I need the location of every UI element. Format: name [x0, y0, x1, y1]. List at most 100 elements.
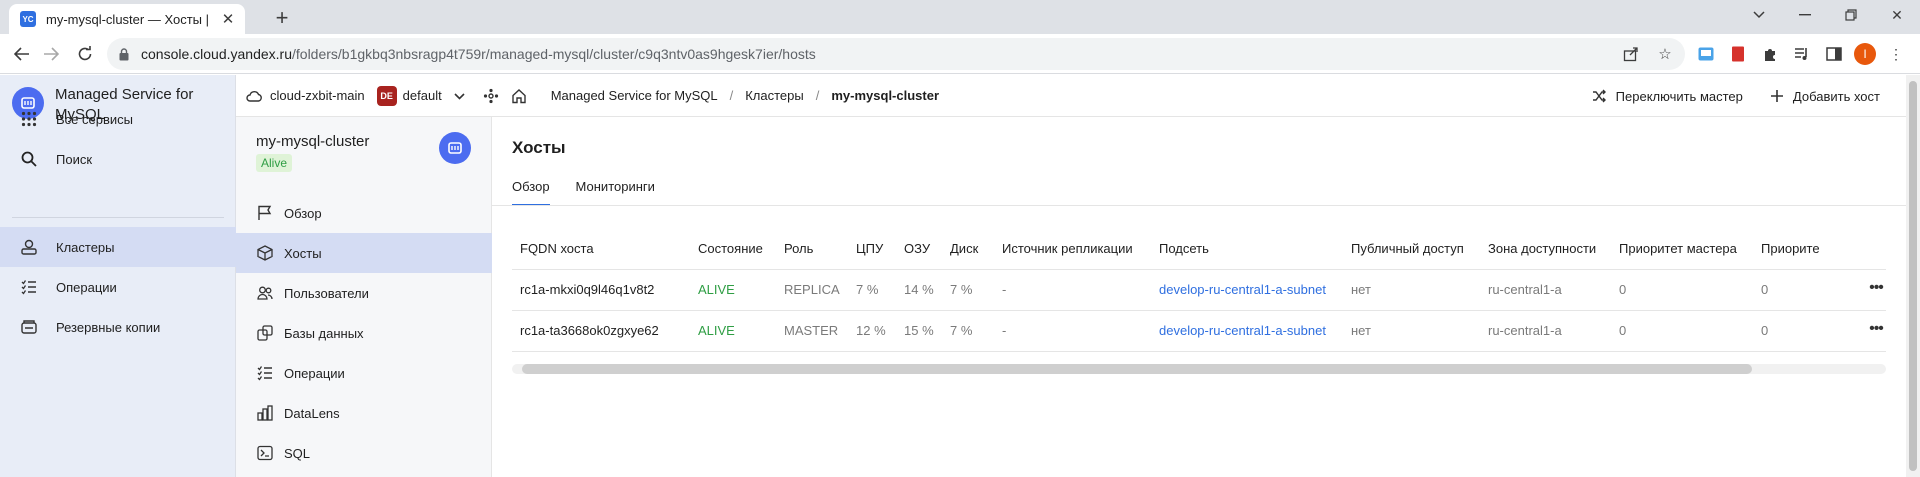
column-header-ram[interactable]: ОЗУ: [896, 229, 942, 270]
back-arrow-icon[interactable]: [8, 40, 36, 68]
breadcrumb: Managed Service for MySQL / Кластеры / m…: [483, 88, 939, 104]
subnet-link[interactable]: develop-ru-central1-a-subnet: [1159, 323, 1326, 338]
service-sidebar: Managed Service for MySQL Все сервисы По…: [0, 75, 236, 477]
column-header-role[interactable]: Роль: [776, 229, 848, 270]
flag-icon: [256, 204, 274, 222]
row-actions-menu-icon[interactable]: •••: [1866, 278, 1886, 298]
side-panel-icon[interactable]: [1822, 42, 1846, 66]
cluster-nav-label: Операции: [284, 365, 345, 381]
media-queue-icon[interactable]: [1790, 42, 1814, 66]
column-header-cpu[interactable]: ЦПУ: [848, 229, 896, 270]
share-icon[interactable]: [1621, 44, 1641, 64]
browser-tab[interactable]: YC my-mysql-cluster — Хосты | Кл ✕: [9, 4, 245, 34]
hosts-table-container: FQDN хоста Состояние Роль ЦПУ ОЗУ Диск И…: [512, 229, 1886, 409]
column-header-disk[interactable]: Диск: [942, 229, 994, 270]
horizontal-scrollbar[interactable]: [512, 360, 1886, 374]
host-ram: 14 %: [896, 269, 942, 311]
add-host-button[interactable]: Добавить хост: [1769, 88, 1880, 104]
cluster-nav-label: Базы данных: [284, 325, 364, 341]
breadcrumb-clusters[interactable]: Кластеры: [745, 88, 804, 103]
folder-badge: DE: [376, 85, 397, 106]
cluster-nav-overview[interactable]: Обзор: [236, 193, 492, 233]
extension-picture-icon[interactable]: [1694, 42, 1718, 66]
clusters-icon: [20, 238, 38, 256]
table-row[interactable]: rc1a-ta3668ok0zgxye62 ALIVE MASTER 12 % …: [512, 310, 1886, 352]
lock-icon[interactable]: [119, 47, 131, 61]
close-window-icon[interactable]: ✕: [1874, 0, 1920, 30]
host-state: ALIVE: [690, 310, 776, 352]
column-header-priority[interactable]: Приорите: [1753, 229, 1886, 270]
column-header-public-access[interactable]: Публичный доступ: [1343, 229, 1480, 270]
browser-toolbar: console.cloud.yandex.ru/folders/b1gkbq3n…: [0, 34, 1920, 74]
cluster-name: my-mysql-cluster: [256, 133, 370, 150]
cluster-nav-users[interactable]: Пользователи: [236, 273, 492, 313]
browser-tab-strip: YC my-mysql-cluster — Хосты | Кл ✕ + ✕: [0, 0, 1920, 34]
chevron-down-icon[interactable]: [1736, 0, 1782, 30]
column-header-state[interactable]: Состояние: [690, 229, 776, 270]
column-header-fqdn[interactable]: FQDN хоста: [512, 229, 690, 270]
host-master-priority: 0: [1611, 269, 1753, 311]
column-header-zone[interactable]: Зона доступности: [1480, 229, 1611, 270]
sidebar-item-backups[interactable]: Резервные копии: [0, 307, 236, 347]
sidebar-divider: [12, 217, 224, 218]
tab-monitoring[interactable]: Мониторинги: [576, 179, 655, 205]
subnet-link[interactable]: develop-ru-central1-a-subnet: [1159, 282, 1326, 297]
sidebar-item-label: Резервные копии: [56, 319, 161, 335]
cluster-nav-datalens[interactable]: DataLens: [236, 393, 492, 433]
close-icon[interactable]: ✕: [219, 10, 237, 28]
cluster-nav-sql[interactable]: SQL: [236, 433, 492, 473]
shuffle-icon: [1592, 88, 1608, 104]
mysql-cluster-logo-icon: [439, 132, 471, 164]
sidebar-item-label: Поиск: [56, 151, 93, 167]
switch-master-button[interactable]: Переключить мастер: [1592, 88, 1743, 104]
column-header-subnet[interactable]: Подсеть: [1151, 229, 1343, 270]
column-header-master-priority[interactable]: Приоритет мастера: [1611, 229, 1753, 270]
column-header-replication-source[interactable]: Источник репликации: [994, 229, 1151, 270]
scrollbar-thumb[interactable]: [1909, 81, 1917, 471]
row-actions-menu-icon[interactable]: •••: [1866, 319, 1886, 339]
new-tab-plus-icon[interactable]: +: [270, 5, 294, 30]
cluster-nav-label: Хосты: [284, 245, 322, 261]
extensions-puzzle-icon[interactable]: [1758, 42, 1782, 66]
minimize-icon[interactable]: [1782, 0, 1828, 30]
cluster-header: my-mysql-cluster Alive: [256, 133, 369, 172]
address-bar[interactable]: console.cloud.yandex.ru/folders/b1gkbq3n…: [107, 38, 1685, 70]
page-vertical-scrollbar[interactable]: [1906, 75, 1920, 477]
sidebar-item-label: Все сервисы: [56, 111, 133, 127]
sidebar-item-operations[interactable]: Операции: [0, 267, 236, 307]
services-graph-icon[interactable]: [483, 88, 499, 104]
sidebar-item-search[interactable]: Поиск: [0, 139, 236, 179]
cloud-name: cloud-zxbit-main: [270, 88, 365, 103]
restore-icon[interactable]: [1828, 0, 1874, 30]
reload-icon[interactable]: [71, 40, 99, 68]
cluster-nav-operations[interactable]: Операции: [236, 353, 492, 393]
operations-icon: [256, 364, 274, 382]
host-zone: ru-central1-a: [1480, 269, 1611, 311]
cloud-folder-selector[interactable]: cloud-zxbit-main DE default: [246, 85, 465, 106]
sidebar-item-clusters[interactable]: Кластеры: [0, 227, 236, 267]
menu-dots-icon[interactable]: ⋮: [1884, 42, 1908, 66]
breadcrumb-service[interactable]: Managed Service for MySQL: [551, 88, 718, 103]
sidebar-item-all-services[interactable]: Все сервисы: [0, 99, 236, 139]
host-cpu: 12 %: [848, 310, 896, 352]
cube-icon: [256, 244, 274, 262]
host-replication-source: -: [994, 269, 1151, 311]
terminal-icon: [256, 444, 274, 462]
table-row[interactable]: rc1a-mkxi0q9l46q1v8t2 ALIVE REPLICA 7 % …: [512, 269, 1886, 311]
home-icon[interactable]: [511, 88, 527, 104]
table-header-row: FQDN хоста Состояние Роль ЦПУ ОЗУ Диск И…: [512, 229, 1886, 270]
tab-overview[interactable]: Обзор: [512, 179, 550, 206]
host-master-priority: 0: [1611, 310, 1753, 352]
cluster-nav-databases[interactable]: Базы данных: [236, 313, 492, 353]
tab-title: my-mysql-cluster — Хосты | Кл: [46, 11, 213, 27]
sidebar-item-label: Операции: [56, 279, 117, 295]
forward-arrow-icon[interactable]: [37, 40, 65, 68]
cluster-nav-hosts[interactable]: Хосты: [236, 233, 492, 273]
switch-master-label: Переключить мастер: [1615, 88, 1743, 104]
extension-book-icon[interactable]: [1726, 42, 1750, 66]
scrollbar-thumb[interactable]: [522, 364, 1752, 374]
users-icon: [256, 284, 274, 302]
profile-avatar[interactable]: I: [1854, 43, 1876, 65]
host-subnet: develop-ru-central1-a-subnet: [1151, 269, 1343, 311]
star-icon[interactable]: ☆: [1655, 44, 1675, 64]
